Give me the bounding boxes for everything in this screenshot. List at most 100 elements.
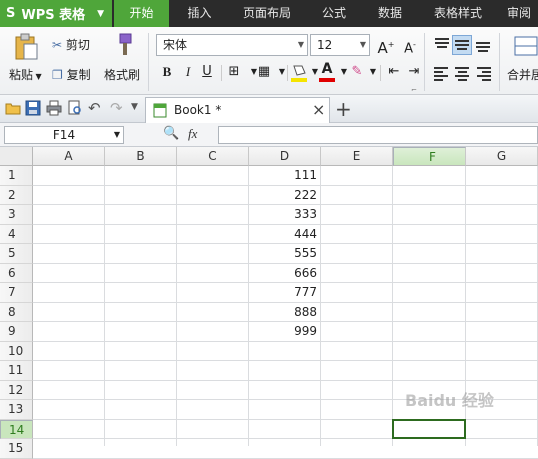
name-box[interactable]: F14 ▼	[4, 126, 124, 144]
row-header-10[interactable]: 10	[0, 341, 33, 361]
tab-review[interactable]: 审阅	[500, 0, 538, 27]
divider	[287, 65, 288, 81]
column-header-a[interactable]: A	[33, 147, 105, 166]
column-header-d[interactable]: D	[249, 147, 321, 166]
tab-formulas[interactable]: 公式	[308, 0, 360, 27]
tab-table-style[interactable]: 表格样式	[420, 0, 496, 27]
row-header-9[interactable]: 9	[0, 322, 33, 342]
function-button[interactable]: fx	[188, 126, 197, 142]
cell-d5[interactable]: 555	[249, 244, 321, 263]
cut-button[interactable]: ✂ 剪切	[52, 36, 90, 53]
row-header-11[interactable]: 11	[0, 361, 33, 381]
row-header-5[interactable]: 5	[0, 244, 33, 264]
row-header-13[interactable]: 13	[0, 400, 33, 420]
row-header-15[interactable]: 15	[0, 439, 33, 459]
cell-d4[interactable]: 444	[249, 225, 321, 244]
select-all-corner[interactable]	[0, 147, 33, 166]
cell-d7[interactable]: 777	[249, 283, 321, 302]
column-header-b[interactable]: B	[105, 147, 177, 166]
cell-d3[interactable]: 333	[249, 205, 321, 224]
app-menu-button[interactable]: S WPS 表格 ▼	[0, 0, 112, 27]
chevron-down-icon[interactable]: ▼	[131, 102, 138, 112]
divider	[148, 33, 149, 91]
format-painter-icon[interactable]	[113, 32, 135, 58]
column-header-f[interactable]: F	[393, 147, 466, 166]
indent-decrease-icon[interactable]: ⇤	[384, 62, 404, 82]
ribbon: 粘贴 ▼ ✂ 剪切 ❐ 复制 格式刷 宋体 ▼ 12 ▼ A+ A- B I U ⊞…	[0, 27, 538, 95]
close-icon[interactable]: ×	[312, 100, 325, 119]
indent-increase-icon[interactable]: ⇥	[404, 62, 424, 82]
row-header-8[interactable]: 8	[0, 302, 33, 322]
column-gridline	[104, 166, 105, 446]
row-header-1[interactable]: 1	[0, 166, 33, 186]
zoom-search-icon[interactable]: 🔍	[163, 126, 179, 141]
merge-icon[interactable]	[513, 35, 538, 57]
cell-d1[interactable]: 111	[249, 166, 321, 185]
cell-style-icon[interactable]: ▦	[254, 62, 274, 82]
name-box-value: F14	[52, 128, 76, 142]
cell-d9[interactable]: 999	[249, 322, 321, 341]
row-header-2[interactable]: 2	[0, 185, 33, 205]
cell-d8[interactable]: 888	[249, 303, 321, 322]
tab-page-layout[interactable]: 页面布局	[230, 0, 304, 27]
copy-button[interactable]: ❐ 复制	[52, 66, 91, 83]
undo-icon[interactable]: ↶	[88, 99, 101, 117]
chevron-down-icon[interactable]: ▼	[272, 62, 292, 82]
merge-center-button[interactable]: 合并居	[507, 66, 538, 83]
row-header-14[interactable]: 14	[0, 419, 33, 439]
scissors-icon: ✂	[52, 38, 63, 52]
align-left-icon[interactable]	[432, 63, 452, 83]
border-icon[interactable]: ⊞	[224, 62, 244, 82]
app-name: WPS 表格	[21, 8, 86, 23]
chevron-down-icon: ▼	[297, 40, 304, 49]
row-header-4[interactable]: 4	[0, 224, 33, 244]
tab-data[interactable]: 数据	[364, 0, 416, 27]
paste-icon[interactable]	[13, 33, 39, 61]
column-header-g[interactable]: G	[466, 147, 538, 166]
tab-insert[interactable]: 插入	[172, 0, 227, 27]
decrease-font-icon[interactable]: A-	[400, 35, 420, 56]
column-header-e[interactable]: E	[321, 147, 393, 166]
cell-d2[interactable]: 222	[249, 186, 321, 205]
align-center-icon[interactable]	[452, 63, 472, 83]
row-gridline	[33, 457, 538, 459]
column-header-c[interactable]: C	[177, 147, 249, 166]
active-cell[interactable]	[392, 418, 466, 439]
format-painter-button[interactable]: 格式刷	[104, 66, 140, 83]
row-header-6[interactable]: 6	[0, 263, 33, 283]
save-icon[interactable]	[25, 100, 41, 116]
align-top-icon[interactable]	[432, 35, 452, 55]
divider	[221, 65, 222, 81]
open-folder-icon[interactable]	[5, 100, 21, 116]
italic-button[interactable]: I	[178, 62, 198, 82]
align-middle-icon[interactable]	[452, 35, 472, 55]
font-size-select[interactable]: 12 ▼	[310, 34, 370, 56]
redo-icon[interactable]: ↷	[110, 99, 123, 117]
font-name-value: 宋体	[163, 38, 188, 52]
font-color-swatch	[319, 78, 335, 82]
row-header-7[interactable]: 7	[0, 283, 33, 303]
align-bottom-icon[interactable]	[473, 35, 493, 55]
font-name-select[interactable]: 宋体 ▼	[156, 34, 308, 56]
new-tab-button[interactable]: +	[335, 98, 352, 120]
font-dialog-launcher-icon[interactable]: ⌐	[411, 86, 417, 94]
increase-font-icon[interactable]: A+	[376, 35, 396, 57]
print-preview-icon[interactable]	[67, 100, 83, 116]
align-right-icon[interactable]	[473, 63, 493, 83]
row-header-3[interactable]: 3	[0, 205, 33, 225]
paste-label: 粘贴	[9, 68, 34, 82]
paste-button[interactable]: 粘贴 ▼	[9, 66, 42, 83]
document-title: Book1 *	[174, 103, 222, 117]
copy-icon: ❐	[52, 68, 63, 82]
cell-d6[interactable]: 666	[249, 264, 321, 283]
print-icon[interactable]	[46, 100, 62, 116]
tab-home[interactable]: 开始	[114, 0, 169, 27]
chevron-down-icon: ▼	[113, 130, 120, 139]
row-header-12[interactable]: 12	[0, 380, 33, 400]
bold-button[interactable]: B	[157, 62, 177, 82]
formula-input[interactable]	[218, 126, 538, 144]
underline-button[interactable]: U	[197, 62, 217, 82]
document-tab[interactable]: Book1 * ×	[145, 97, 330, 123]
spreadsheet-grid[interactable]: ABCDEFG 1 2 3 4 5 6 7 8 9 10 11 12 13 14 15 111 222 333 4…	[0, 147, 538, 459]
row-gridline	[33, 379, 538, 381]
